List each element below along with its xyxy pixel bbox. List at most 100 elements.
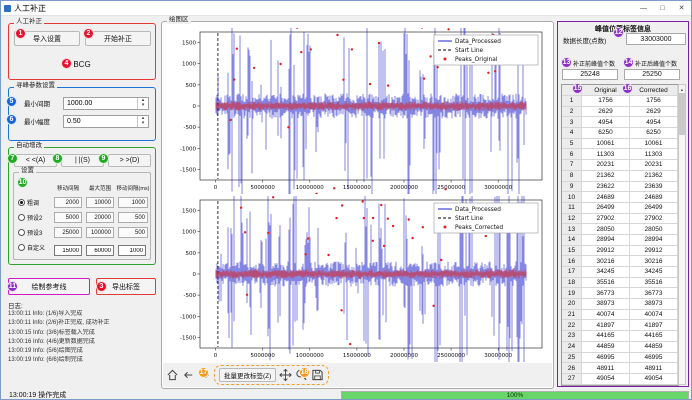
original-value[interactable]: 40074: [582, 310, 630, 321]
corrected-value[interactable]: 23639: [630, 182, 678, 193]
original-value[interactable]: 24689: [582, 192, 630, 203]
preset-radio-预设2[interactable]: [18, 214, 25, 221]
maximize-button[interactable]: □: [653, 1, 672, 15]
corrected-value[interactable]: 24689: [630, 192, 678, 203]
original-value[interactable]: 30216: [582, 256, 630, 267]
corrected-value[interactable]: 44165: [630, 331, 678, 342]
corrected-value[interactable]: 29912: [630, 246, 678, 257]
corrected-value[interactable]: 41897: [630, 320, 678, 331]
save-icon[interactable]: [311, 368, 324, 382]
row-number: 3: [562, 117, 582, 128]
close-button[interactable]: ✕: [672, 1, 691, 15]
preset-value-input[interactable]: [86, 245, 114, 256]
corrected-value[interactable]: 4954: [630, 117, 678, 128]
corrected-value[interactable]: 36773: [630, 288, 678, 299]
corrected-value[interactable]: 46995: [630, 353, 678, 364]
corrected-value[interactable]: 1756: [630, 96, 678, 107]
preset-radio-预设3[interactable]: [18, 229, 25, 236]
min-amplitude-input[interactable]: [64, 118, 126, 125]
original-value[interactable]: 44859: [582, 342, 630, 353]
group-title: 人工补正: [14, 19, 44, 26]
spin-down-icon[interactable]: ▾: [138, 103, 148, 109]
svg-text:15000000: 15000000: [343, 185, 371, 191]
batch-edit-labels-button[interactable]: 批量更改标签(Z): [219, 368, 276, 382]
row-number: 5: [562, 139, 582, 150]
window-controls: — □ ✕: [634, 1, 691, 15]
svg-text:Data_Processed: Data_Processed: [455, 207, 501, 213]
back-icon[interactable]: [182, 368, 195, 382]
corrected-value[interactable]: 34245: [630, 267, 678, 278]
original-value[interactable]: 4954: [582, 117, 630, 128]
original-value[interactable]: 28994: [582, 235, 630, 246]
original-value[interactable]: 35516: [582, 278, 630, 289]
spin-down-icon[interactable]: ▾: [138, 121, 148, 127]
move-left-button[interactable]: < <(A): [14, 154, 57, 167]
corrected-value[interactable]: 21362: [630, 171, 678, 182]
corrected-value[interactable]: 11303: [630, 149, 678, 160]
original-value[interactable]: 27902: [582, 214, 630, 225]
scrollbar-thumb[interactable]: [679, 93, 685, 135]
original-value[interactable]: 29912: [582, 246, 630, 257]
scroll-up-icon[interactable]: ▲: [679, 85, 685, 93]
corrected-value[interactable]: 40074: [630, 310, 678, 321]
corrected-value[interactable]: 28050: [630, 224, 678, 235]
original-value[interactable]: 38973: [582, 299, 630, 310]
corrected-value[interactable]: 26499: [630, 203, 678, 214]
corrected-value[interactable]: 38973: [630, 299, 678, 310]
draw-refline-button[interactable]: 绘制参考线: [8, 278, 90, 295]
original-value[interactable]: 41897: [582, 320, 630, 331]
original-value[interactable]: 1756: [582, 96, 630, 107]
preset-radio-自定义[interactable]: [18, 244, 25, 251]
start-correction-button[interactable]: 开始补正: [85, 31, 151, 46]
move-right-button[interactable]: > >(D): [108, 154, 151, 167]
row-number: 4: [562, 128, 582, 139]
original-value[interactable]: 21362: [582, 171, 630, 182]
corrected-value[interactable]: 28994: [630, 235, 678, 246]
annotation-circle-18: 18: [299, 367, 310, 378]
preset-value-cell: [84, 239, 116, 257]
original-value[interactable]: 49054: [582, 374, 630, 385]
min-interval-input[interactable]: [64, 100, 126, 107]
corrected-value[interactable]: 20231: [630, 160, 678, 171]
corrected-value[interactable]: 48911: [630, 363, 678, 374]
corrected-value[interactable]: 44859: [630, 342, 678, 353]
original-value[interactable]: 11303: [582, 149, 630, 160]
original-value[interactable]: 48911: [582, 363, 630, 374]
minimize-button[interactable]: —: [634, 1, 653, 15]
svg-text:-1000: -1000: [180, 314, 196, 320]
preset-value-input[interactable]: [54, 245, 82, 256]
original-value[interactable]: 2629: [582, 107, 630, 118]
pan-icon[interactable]: [279, 368, 292, 382]
preset-value-cell: [116, 239, 150, 257]
original-value[interactable]: 26499: [582, 203, 630, 214]
chart-peaks-corrected[interactable]: -1500-1000-50005001000150005000000100000…: [166, 196, 550, 362]
chart-peaks-original[interactable]: -1500-1000-50005001000150005000000100000…: [166, 28, 550, 194]
corrected-value[interactable]: 49054: [630, 374, 678, 385]
annotation-circle-15: 15: [572, 83, 583, 94]
log-area: 日志: 13:00:11 Info: (1/6)导入完成13:00:11 Inf…: [8, 300, 156, 386]
min-amplitude-spinner[interactable]: ▴ ▾: [63, 115, 149, 128]
original-value[interactable]: 44165: [582, 331, 630, 342]
min-interval-spinner[interactable]: ▴ ▾: [63, 97, 149, 110]
original-value[interactable]: 10061: [582, 139, 630, 150]
row-number: 15: [562, 246, 582, 257]
original-value[interactable]: 36773: [582, 288, 630, 299]
corrected-value[interactable]: 6250: [630, 128, 678, 139]
corrected-value[interactable]: 27902: [630, 214, 678, 225]
preset-radio-粗调[interactable]: [18, 199, 25, 206]
preset-row: 自定义: [16, 243, 52, 252]
home-icon[interactable]: [166, 368, 179, 382]
corrected-value[interactable]: 30216: [630, 256, 678, 267]
corrected-value[interactable]: 10061: [630, 139, 678, 150]
original-value[interactable]: 46995: [582, 353, 630, 364]
original-value[interactable]: 28050: [582, 224, 630, 235]
original-value[interactable]: 23622: [582, 182, 630, 193]
corrected-value[interactable]: 35516: [630, 278, 678, 289]
original-value[interactable]: 34245: [582, 267, 630, 278]
row-number: 23: [562, 331, 582, 342]
original-value[interactable]: 20231: [582, 160, 630, 171]
preset-value-input[interactable]: [118, 245, 146, 256]
corrected-value[interactable]: 2629: [630, 107, 678, 118]
original-value[interactable]: 6250: [582, 128, 630, 139]
table-scrollbar[interactable]: ▲: [678, 84, 686, 385]
